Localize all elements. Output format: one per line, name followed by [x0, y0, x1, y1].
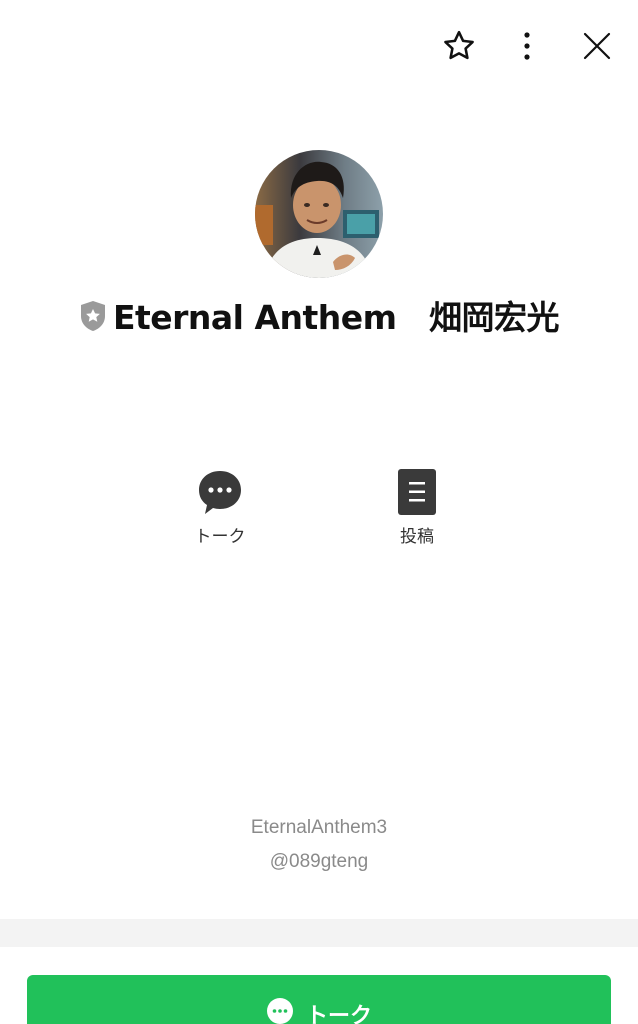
- chat-bubble-icon: [266, 997, 294, 1024]
- posts-action-label: 投稿: [400, 527, 434, 547]
- talk-button-label: トーク: [305, 1004, 372, 1024]
- close-icon: [583, 32, 611, 60]
- profile-ids: EternalAnthem3 @089gteng: [0, 811, 638, 879]
- profile-name-block: Eternal Anthem 畑岡宏光: [60, 296, 578, 343]
- favorite-button[interactable]: [439, 26, 479, 66]
- talk-action-label: トーク: [194, 527, 246, 547]
- avatar[interactable]: [255, 150, 383, 278]
- talk-button[interactable]: トーク: [27, 975, 611, 1024]
- posts-action[interactable]: 投稿: [367, 466, 467, 547]
- chat-bubble-icon: [199, 471, 241, 514]
- document-icon: [398, 469, 436, 515]
- more-options-button[interactable]: [507, 26, 547, 66]
- profile-name: Eternal Anthem 畑岡宏光: [112, 298, 560, 337]
- shield-star-icon: [79, 299, 107, 343]
- display-id: EternalAnthem3: [250, 817, 388, 838]
- more-vertical-icon: [524, 32, 530, 60]
- talk-action[interactable]: トーク: [170, 466, 270, 547]
- section-divider: [0, 919, 638, 947]
- star-icon: [444, 30, 474, 60]
- close-button[interactable]: [577, 26, 617, 66]
- top-bar: [0, 0, 638, 90]
- line-id: @089gteng: [269, 851, 369, 872]
